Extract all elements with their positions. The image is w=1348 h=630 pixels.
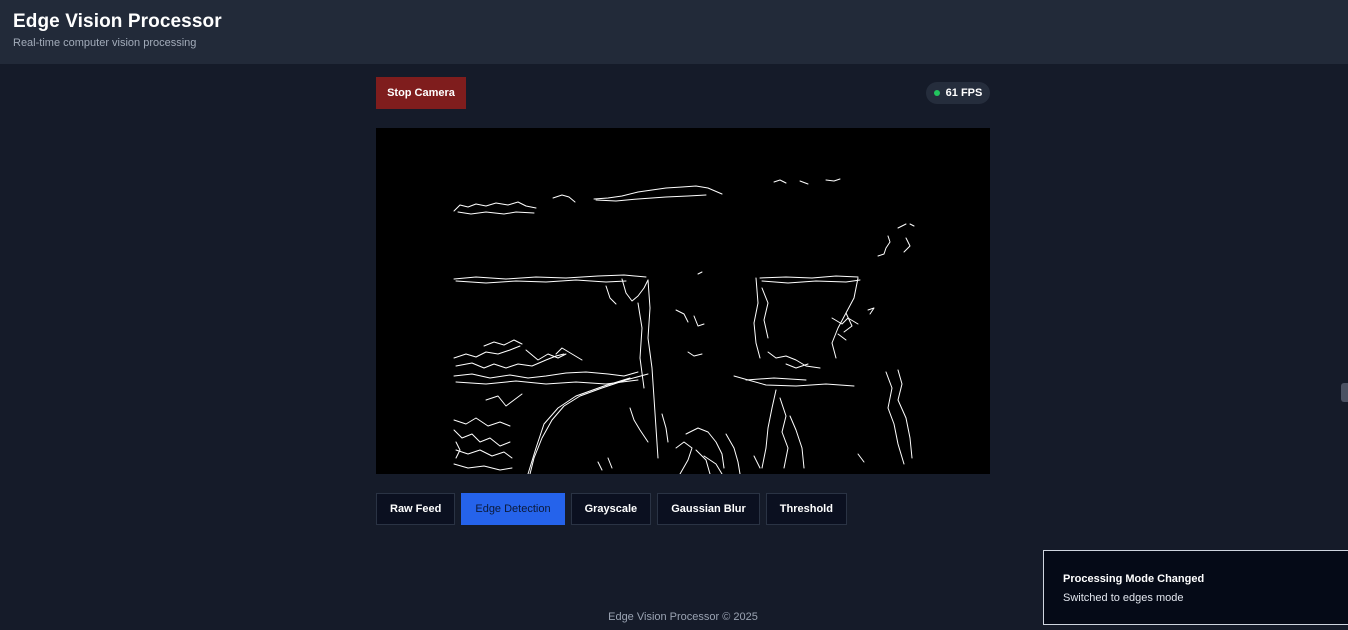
mode-edge-detection-button[interactable]: Edge Detection xyxy=(461,493,565,525)
status-dot-icon xyxy=(933,90,940,96)
video-feed xyxy=(376,128,990,474)
toast-title: Processing Mode Changed xyxy=(1063,573,1205,585)
fps-counter: 61 FPS xyxy=(945,87,983,99)
stop-camera-button[interactable]: Stop Camera xyxy=(376,77,466,109)
mode-raw-feed-button[interactable]: Raw Feed xyxy=(376,493,456,525)
fps-badge: 61 FPS xyxy=(926,82,990,104)
toast-message: Switched to edges mode xyxy=(1063,592,1184,604)
toast-notification: Processing Mode Changed Switched to edge… xyxy=(1043,550,1348,625)
mode-gaussian-blur-button[interactable]: Gaussian Blur xyxy=(657,493,760,525)
edge-detection-frame xyxy=(453,178,915,474)
mode-grayscale-button[interactable]: Grayscale xyxy=(570,493,652,525)
app-title: Edge Vision Processor xyxy=(13,11,222,32)
app-subtitle: Real-time computer vision processing xyxy=(13,37,197,49)
app-header: Edge Vision Processor Real-time computer… xyxy=(0,0,1348,64)
processing-mode-tabs: Raw Feed Edge Detection Grayscale Gaussi… xyxy=(376,493,847,525)
side-panel-handle[interactable] xyxy=(1341,383,1348,402)
mode-threshold-button[interactable]: Threshold xyxy=(765,493,847,525)
